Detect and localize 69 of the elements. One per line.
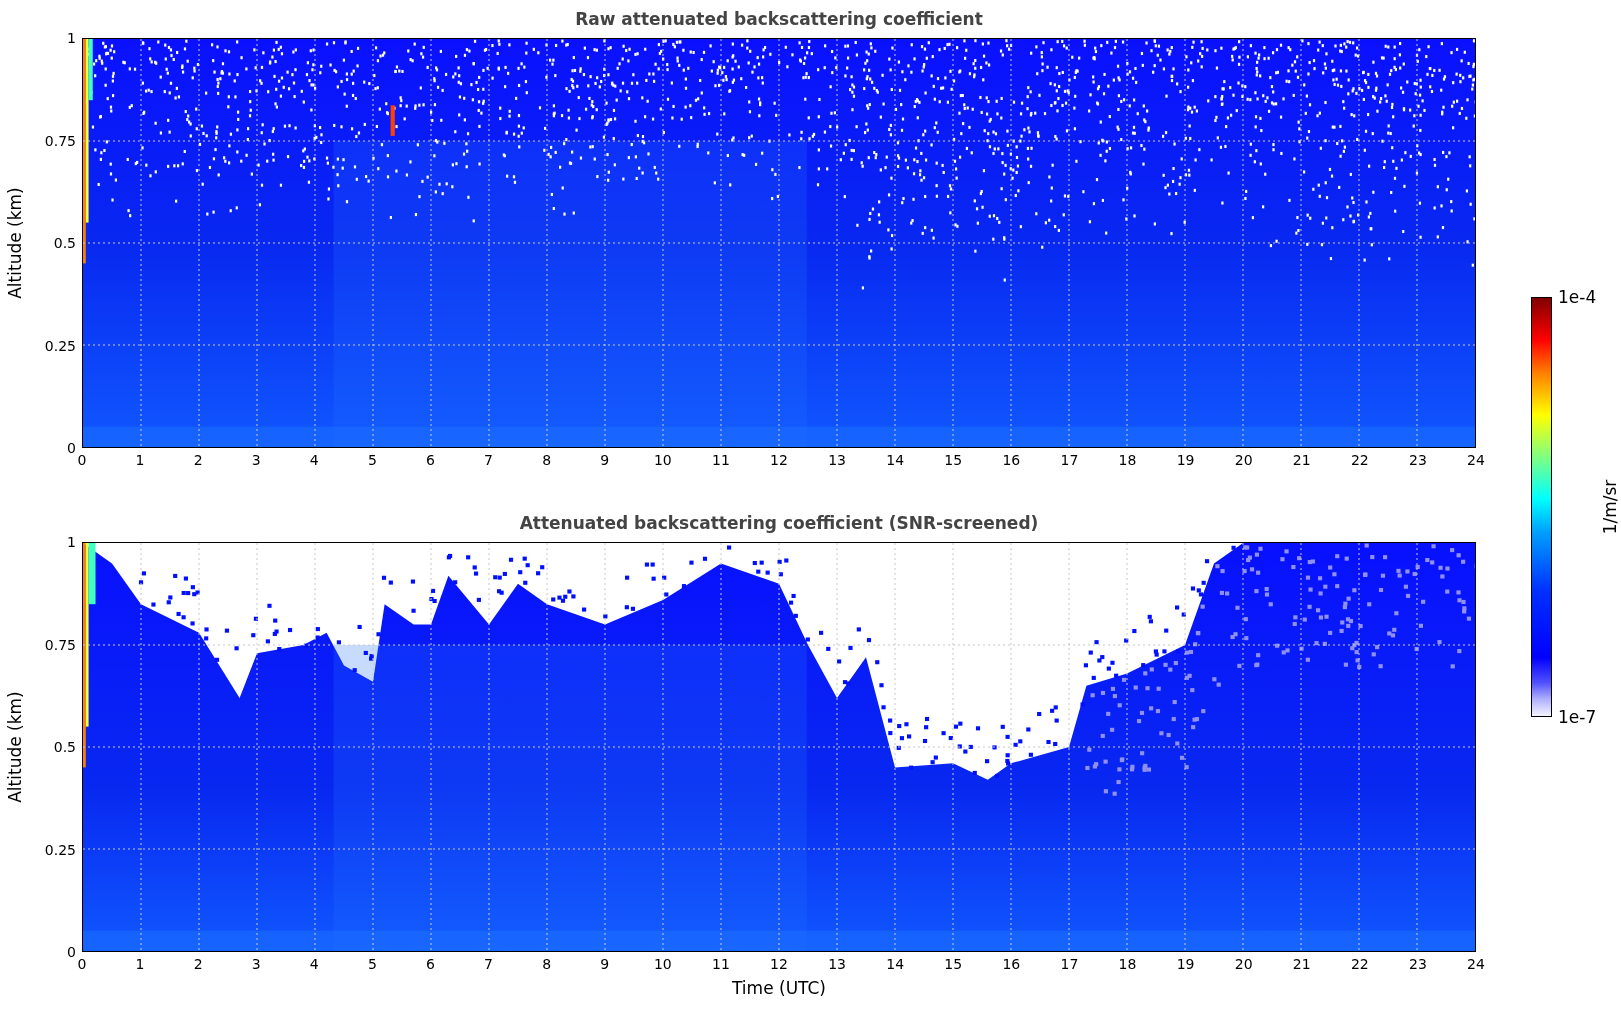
tick-label: 0.75	[44, 132, 76, 149]
tick-label: 0.5	[53, 235, 76, 251]
tick-label: 20	[1234, 956, 1253, 972]
tick-label: 9	[600, 452, 610, 468]
tick-label: 3	[251, 956, 261, 972]
tick-label: 3	[251, 452, 261, 468]
tick-label: 10	[653, 956, 672, 972]
tick-label: 8	[542, 452, 552, 468]
tick-label: 6	[426, 956, 435, 972]
tick-label: 12	[770, 452, 788, 468]
colorbar-label: 1/m/sr	[1600, 479, 1621, 535]
tick-label: 1	[135, 452, 145, 468]
tick-label: 5	[367, 956, 377, 972]
tick-label: 2	[193, 956, 203, 972]
tick-label: 0.25	[44, 841, 76, 858]
tick-label: 23	[1409, 956, 1427, 972]
axis-label: Time (UTC)	[732, 978, 826, 998]
tick-label: 16	[1002, 452, 1021, 468]
tick-label: 15	[944, 452, 963, 468]
tick-label: 8	[542, 956, 552, 972]
tick-label: 0	[67, 944, 76, 960]
tick-label: 13	[828, 956, 846, 972]
tick-label: 14	[886, 452, 905, 468]
tick-label: 0.25	[44, 337, 76, 354]
tick-label: 24	[1467, 452, 1485, 468]
high-signal-streak	[390, 105, 395, 136]
tick-label: 13	[828, 452, 846, 468]
tick-label: 17	[1060, 452, 1079, 468]
tick-label: 10	[653, 452, 672, 468]
axis-label: Altitude (km)	[5, 187, 25, 299]
tick-label: 15	[944, 956, 963, 972]
colorbar-tick-label: 1e-4	[1558, 287, 1597, 307]
tick-label: 19	[1176, 956, 1195, 972]
plot-title: Attenuated backscattering coefficient (SNR-screened)	[519, 513, 1039, 533]
tick-label: 1	[67, 534, 76, 550]
tick-label: 5	[367, 452, 377, 468]
tick-label: 2	[193, 452, 203, 468]
tick-label: 23	[1409, 452, 1427, 468]
colorbar-tick-label: 1e-7	[1558, 707, 1597, 727]
tick-label: 0	[67, 440, 76, 456]
tick-label: 0.75	[44, 636, 76, 653]
axis-label: Altitude (km)	[5, 691, 25, 803]
tick-label: 1	[135, 956, 145, 972]
tick-label: 22	[1350, 452, 1369, 468]
tick-label: 21	[1292, 452, 1311, 468]
plot-title: Raw attenuated backscattering coefficient	[575, 9, 983, 29]
tick-label: 18	[1118, 452, 1137, 468]
tick-label: 20	[1234, 452, 1253, 468]
tick-label: 0	[77, 956, 87, 972]
tick-label: 12	[770, 956, 788, 972]
tick-label: 19	[1176, 452, 1195, 468]
tick-label: 24	[1467, 956, 1485, 972]
tick-label: 21	[1292, 956, 1311, 972]
tick-label: 1	[67, 30, 76, 46]
tick-label: 9	[600, 956, 610, 972]
tick-label: 7	[484, 956, 494, 972]
tick-label: 0	[77, 452, 87, 468]
tick-label: 17	[1060, 956, 1079, 972]
tick-label: 16	[1002, 956, 1021, 972]
tick-label: 11	[712, 452, 730, 468]
tick-label: 11	[712, 956, 730, 972]
tick-label: 22	[1350, 956, 1369, 972]
tick-label: 18	[1118, 956, 1137, 972]
tick-label: 4	[309, 452, 319, 468]
tick-label: 6	[426, 452, 435, 468]
tick-label: 7	[484, 452, 494, 468]
tick-label: 14	[886, 956, 905, 972]
tick-label: 4	[309, 956, 319, 972]
tick-label: 0.5	[53, 739, 76, 755]
